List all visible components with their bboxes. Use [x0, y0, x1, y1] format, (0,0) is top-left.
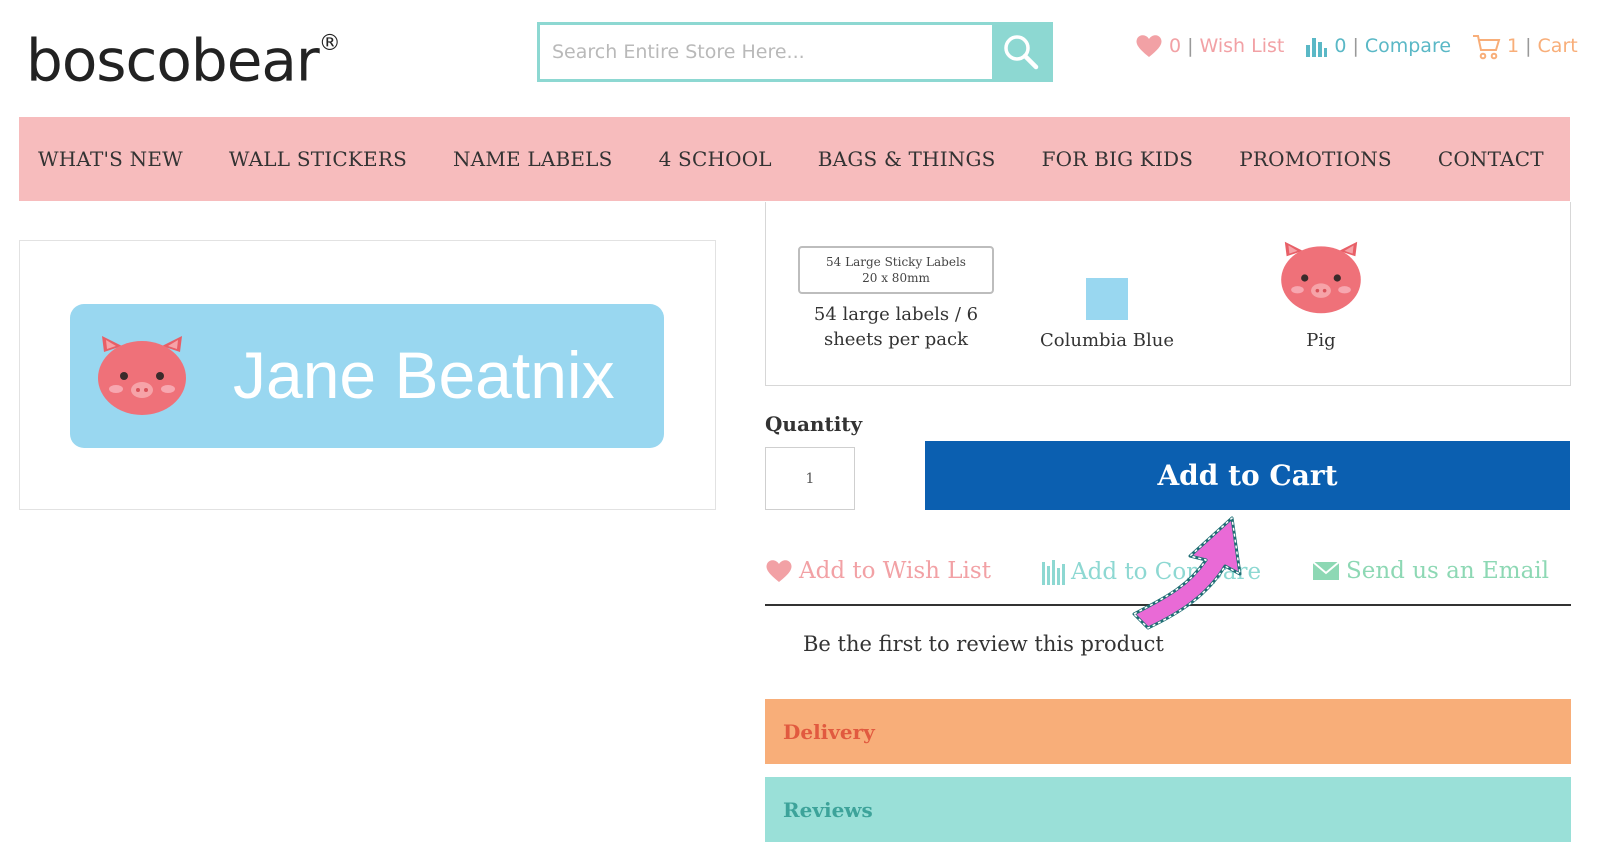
shopping-cart-icon [1473, 35, 1501, 60]
label-preview: Jane Beatnix [70, 304, 664, 448]
wishlist-label: Wish List [1199, 35, 1285, 57]
size-label-line1: 54 large labels / 6 [813, 304, 979, 325]
nav-item-bags-things[interactable]: BAGS & THINGS [818, 147, 996, 171]
cart-count: 1 [1507, 35, 1520, 57]
bar-chart-icon [1306, 38, 1328, 57]
heart-icon [1136, 35, 1162, 57]
size-thumbnail: 54 Large Sticky Labels 20 x 80mm [798, 246, 994, 294]
cart-separator: | [1525, 35, 1532, 57]
nav-item-whats-new[interactable]: WHAT'S NEW [38, 147, 183, 171]
site-logo[interactable]: boscobear® [26, 22, 341, 95]
quantity-label: Quantity [765, 412, 863, 436]
option-color[interactable]: Columbia Blue [1032, 278, 1182, 353]
size-label-line2: sheets per pack [823, 329, 969, 350]
product-image-panel: Jane Beatnix [19, 240, 716, 510]
bar-chart-icon [1042, 560, 1065, 585]
compare-link[interactable]: 0 | Compare [1304, 34, 1451, 58]
option-size[interactable]: 54 Large Sticky Labels 20 x 80mm 54 larg… [796, 246, 996, 352]
first-review-prompt[interactable]: Be the first to review this product [803, 632, 1164, 656]
nav-item-for-big-kids[interactable]: FOR BIG KIDS [1042, 147, 1194, 171]
wishlist-separator: | [1187, 35, 1194, 57]
option-icon[interactable]: Pig [1251, 240, 1391, 353]
nav-item-contact[interactable]: CONTACT [1438, 147, 1544, 171]
color-swatch [1086, 278, 1128, 320]
nav-item-promotions[interactable]: PROMOTIONS [1239, 147, 1392, 171]
send-email-label: Send us an Email [1346, 558, 1550, 584]
selected-options: 54 Large Sticky Labels 20 x 80mm 54 larg… [765, 202, 1571, 386]
color-label: Columbia Blue [1040, 330, 1174, 351]
cart-label: Cart [1537, 35, 1578, 57]
send-email-link[interactable]: Send us an Email [1312, 558, 1549, 584]
search-input[interactable] [540, 25, 992, 79]
nav-item-name-labels[interactable]: NAME LABELS [453, 147, 613, 171]
logo-text: boscobear [26, 26, 320, 95]
compare-count: 0 [1334, 35, 1347, 57]
header-links: 0 | Wish List 0 | Compare 1 | Cart [1135, 32, 1578, 60]
compare-separator: | [1352, 35, 1359, 57]
pig-icon [94, 334, 190, 422]
heart-icon [766, 560, 792, 582]
pointer-arrow-icon [1132, 516, 1242, 630]
delivery-accordion[interactable]: Delivery [765, 699, 1571, 764]
search-bar [537, 22, 1053, 82]
cart-link[interactable]: 1 | Cart [1471, 32, 1578, 60]
wishlist-count: 0 [1169, 35, 1182, 57]
add-to-wishlist-link[interactable]: Add to Wish List [765, 558, 991, 584]
size-thumbnail-line2: 20 x 80mm [862, 271, 930, 285]
nav-item-wall-stickers[interactable]: WALL STICKERS [229, 147, 407, 171]
wishlist-link[interactable]: 0 | Wish List [1135, 33, 1284, 59]
registered-mark: ® [318, 31, 341, 56]
add-to-wishlist-label: Add to Wish List [799, 558, 991, 584]
add-to-cart-button[interactable]: Add to Cart [925, 441, 1570, 510]
search-icon [1004, 35, 1039, 70]
reviews-accordion[interactable]: Reviews [765, 777, 1571, 842]
quantity-input[interactable] [765, 447, 855, 510]
nav-item-4-school[interactable]: 4 SCHOOL [659, 147, 772, 171]
main-nav: WHAT'S NEW WALL STICKERS NAME LABELS 4 S… [19, 117, 1570, 201]
pig-icon [1281, 241, 1361, 314]
search-button[interactable] [992, 25, 1050, 79]
size-thumbnail-line1: 54 Large Sticky Labels [826, 255, 966, 269]
compare-label: Compare [1364, 35, 1452, 57]
envelope-icon [1312, 561, 1340, 580]
icon-label: Pig [1306, 330, 1336, 351]
label-preview-name: Jane Beatnix [233, 338, 615, 412]
